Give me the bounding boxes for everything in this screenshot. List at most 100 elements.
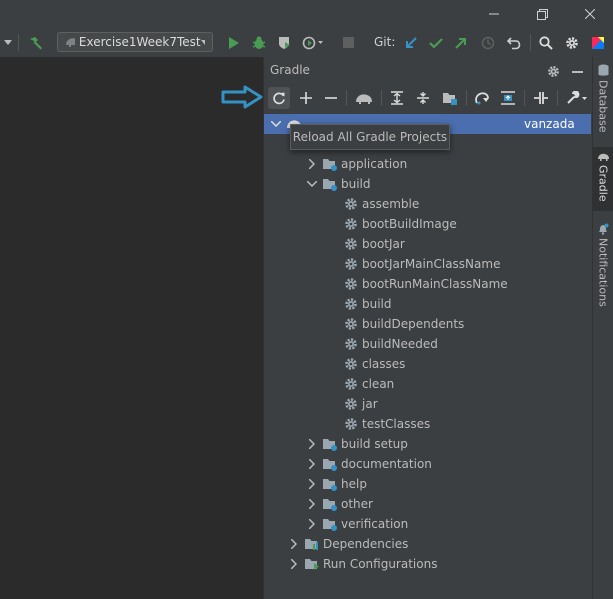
run-configuration-label: Exercise1Week7Test bbox=[78, 35, 201, 49]
run-with-coverage-button[interactable] bbox=[274, 28, 294, 57]
reload-gradle-button[interactable] bbox=[268, 87, 290, 109]
tree-group-application[interactable]: application bbox=[264, 154, 591, 174]
task-row[interactable]: buildDependents bbox=[264, 314, 591, 334]
chevron-down-icon bbox=[200, 39, 205, 45]
toolbar-separator bbox=[524, 90, 525, 106]
task-row[interactable]: testClasses bbox=[264, 414, 591, 434]
tree-group-other[interactable]: other bbox=[264, 494, 591, 514]
editor-area[interactable] bbox=[0, 57, 263, 599]
gradle-elephant-icon bbox=[597, 153, 609, 161]
gradle-header: Gradle bbox=[264, 57, 593, 84]
restore-button[interactable] bbox=[519, 0, 565, 28]
play-icon bbox=[229, 36, 239, 49]
settings-button[interactable] bbox=[562, 28, 582, 57]
dropdown-arrow-icon[interactable] bbox=[2, 28, 14, 57]
jetbrains-toolbox-button[interactable] bbox=[588, 28, 608, 57]
chevron-right-icon bbox=[306, 498, 318, 510]
group-modules-button[interactable] bbox=[439, 87, 461, 109]
task-label: bootJar bbox=[362, 237, 405, 251]
expand-all-button[interactable] bbox=[386, 87, 408, 109]
run-configuration-selector[interactable]: Exercise1Week7Test bbox=[57, 32, 213, 52]
remove-gradle-project-button[interactable] bbox=[320, 87, 342, 109]
minimize-icon bbox=[571, 70, 583, 73]
build-tool-settings-button[interactable] bbox=[564, 87, 590, 109]
git-history-button[interactable] bbox=[478, 28, 498, 57]
chevron-down-icon bbox=[306, 178, 318, 190]
task-folder-icon bbox=[322, 157, 338, 171]
search-button[interactable] bbox=[536, 28, 556, 57]
dependencies-folder-icon bbox=[304, 537, 320, 551]
tree-group-label: build setup bbox=[341, 437, 408, 451]
task-row[interactable]: build bbox=[264, 294, 591, 314]
arrow-up-right-icon bbox=[455, 37, 466, 49]
show-dependencies-button[interactable] bbox=[497, 87, 519, 109]
task-label: jar bbox=[362, 397, 378, 411]
git-push-button[interactable] bbox=[451, 28, 471, 57]
tree-node-dependencies[interactable]: Dependencies bbox=[264, 534, 591, 554]
task-gear-icon bbox=[345, 318, 357, 330]
add-gradle-project-button[interactable] bbox=[295, 87, 317, 109]
run-configurations-label: Run Configurations bbox=[323, 557, 438, 571]
task-row[interactable]: jar bbox=[264, 394, 591, 414]
tree-group-label: build bbox=[341, 177, 371, 191]
task-label: buildNeeded bbox=[362, 337, 438, 351]
git-label: Git: bbox=[374, 35, 396, 49]
chevron-right-icon bbox=[288, 558, 300, 570]
task-gear-icon bbox=[345, 378, 357, 390]
tree-group-help[interactable]: help bbox=[264, 474, 591, 494]
analyze-cyclic-dependencies-button[interactable] bbox=[530, 87, 552, 109]
gradle-tab-label: Gradle bbox=[596, 165, 610, 202]
task-row[interactable]: bootBuildImage bbox=[264, 214, 591, 234]
tree-group-build[interactable]: build bbox=[264, 174, 591, 194]
root-project-label-tail: vanzada bbox=[524, 117, 575, 131]
dependencies-label: Dependencies bbox=[323, 537, 409, 551]
close-icon bbox=[585, 9, 595, 19]
profile-button[interactable] bbox=[299, 28, 327, 57]
tree-group-verification[interactable]: verification bbox=[264, 514, 591, 534]
chevron-right-icon bbox=[306, 478, 318, 490]
notifications-tool-tab[interactable]: Notifications bbox=[593, 220, 613, 310]
tree-group-label: documentation bbox=[341, 457, 432, 471]
run-button[interactable] bbox=[224, 28, 244, 57]
offline-mode-icon bbox=[475, 92, 489, 105]
task-label: bootBuildImage bbox=[362, 217, 457, 231]
task-row[interactable]: bootRunMainClassName bbox=[264, 274, 591, 294]
task-label: build bbox=[362, 297, 392, 311]
toggle-offline-mode-button[interactable] bbox=[471, 87, 493, 109]
gradle-tool-tab[interactable]: Gradle bbox=[593, 147, 613, 211]
task-folder-icon bbox=[322, 517, 338, 531]
task-row[interactable]: bootJar bbox=[264, 234, 591, 254]
task-row[interactable]: bootJarMainClassName bbox=[264, 254, 591, 274]
task-folder-icon bbox=[322, 437, 338, 451]
task-folder-icon bbox=[322, 477, 338, 491]
collapse-all-button[interactable] bbox=[412, 87, 434, 109]
gradle-options-button[interactable] bbox=[545, 63, 561, 79]
gear-icon bbox=[547, 65, 559, 77]
gradle-hide-button[interactable] bbox=[569, 63, 585, 79]
tree-node-run-configurations[interactable]: Run Configurations bbox=[264, 554, 591, 574]
git-commit-button[interactable] bbox=[426, 28, 446, 57]
debug-button[interactable] bbox=[249, 28, 269, 57]
tree-group-documentation[interactable]: documentation bbox=[264, 454, 591, 474]
database-tool-tab[interactable]: Database bbox=[593, 61, 613, 133]
task-row[interactable]: assemble bbox=[264, 194, 591, 214]
minimize-button[interactable] bbox=[471, 0, 517, 28]
minus-icon bbox=[325, 97, 337, 99]
task-row[interactable]: classes bbox=[264, 354, 591, 374]
gradle-toolbar bbox=[264, 84, 593, 113]
chevron-right-icon bbox=[306, 458, 318, 470]
task-row[interactable]: clean bbox=[264, 374, 591, 394]
git-update-button[interactable] bbox=[401, 28, 421, 57]
collapse-all-icon bbox=[417, 92, 429, 104]
close-button[interactable] bbox=[567, 0, 613, 28]
task-label: classes bbox=[362, 357, 406, 371]
build-hammer-icon[interactable] bbox=[26, 28, 46, 57]
tree-group-build-setup[interactable]: build setup bbox=[264, 434, 591, 454]
stop-button[interactable] bbox=[338, 28, 358, 57]
task-row[interactable]: buildNeeded bbox=[264, 334, 591, 354]
execute-gradle-task-button[interactable] bbox=[353, 87, 375, 109]
search-icon bbox=[539, 35, 553, 50]
arrow-down-left-icon bbox=[406, 36, 417, 48]
undo-icon bbox=[507, 36, 521, 49]
rollback-button[interactable] bbox=[504, 28, 524, 57]
